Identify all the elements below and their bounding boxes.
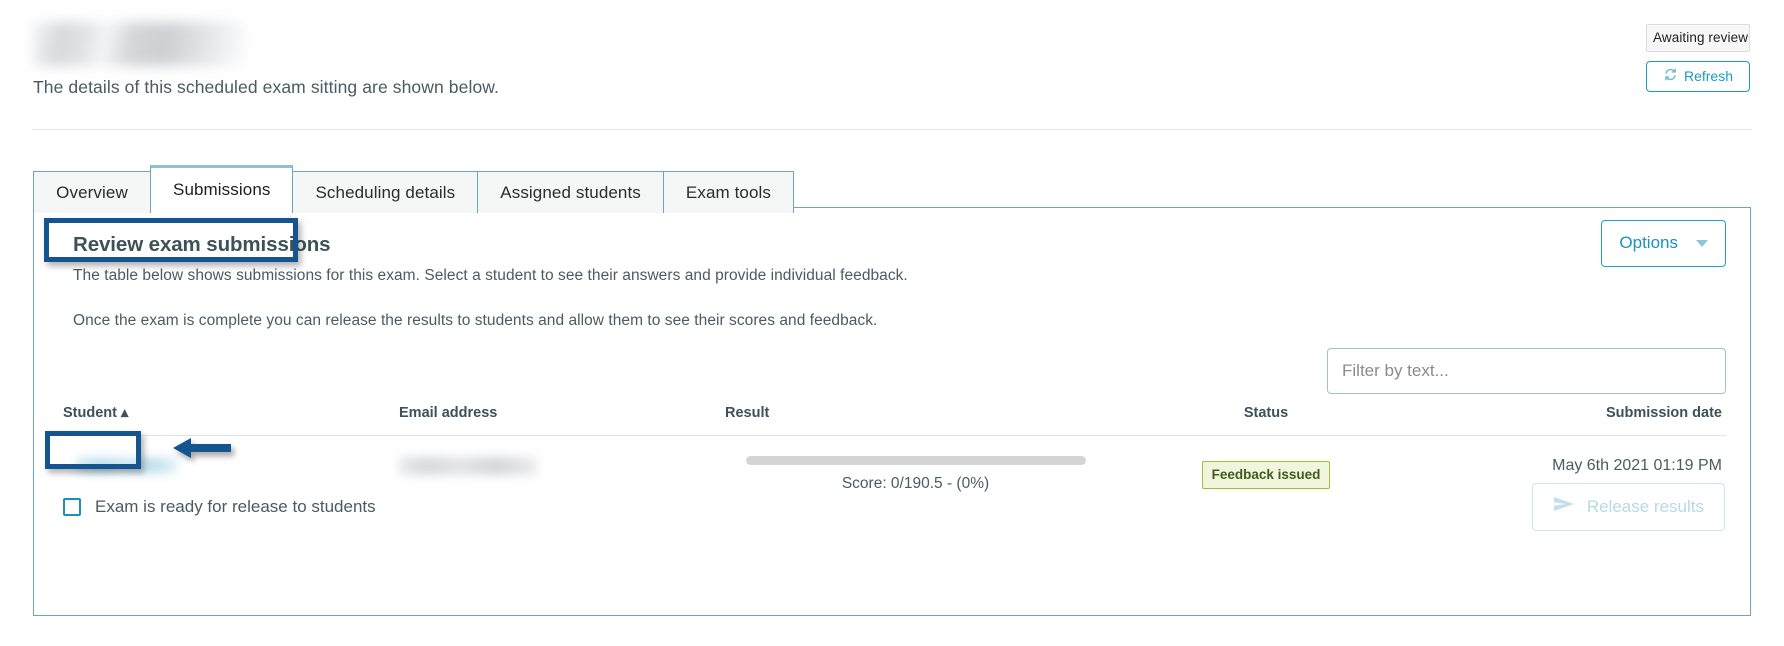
submissions-table: Student ▴ Email address Result Status Su… bbox=[49, 405, 1726, 493]
refresh-button-label: Refresh bbox=[1683, 68, 1734, 84]
panel-paragraph-1: The table below shows submissions for th… bbox=[73, 267, 908, 284]
submissions-panel: Review exam submissions Options The tabl… bbox=[33, 207, 1751, 616]
column-header-student[interactable]: Student ▴ bbox=[49, 405, 399, 421]
tab-overview[interactable]: Overview bbox=[33, 171, 151, 213]
column-header-status[interactable]: Status bbox=[1106, 405, 1426, 421]
exam-ready-checkbox-group[interactable]: Exam is ready for release to students bbox=[49, 497, 376, 517]
tab-bar: Overview Submissions Scheduling details … bbox=[33, 165, 794, 213]
student-name-redacted[interactable] bbox=[77, 458, 177, 473]
page-subtitle: The details of this scheduled exam sitti… bbox=[33, 77, 500, 97]
send-icon bbox=[1553, 496, 1575, 517]
panel-paragraph-2: Once the exam is complete you can releas… bbox=[73, 312, 878, 329]
page-title-redacted bbox=[33, 22, 246, 66]
tab-assigned-students-label: Assigned students bbox=[500, 183, 641, 202]
options-button[interactable]: Options bbox=[1601, 220, 1726, 267]
tab-exam-tools-label: Exam tools bbox=[685, 183, 771, 202]
cell-student[interactable] bbox=[49, 455, 399, 473]
exam-ready-checkbox-label: Exam is ready for release to students bbox=[95, 497, 376, 516]
tab-exam-tools[interactable]: Exam tools bbox=[662, 171, 794, 213]
release-footer: Exam is ready for release to students Re… bbox=[49, 483, 1726, 531]
cell-email bbox=[399, 455, 725, 475]
status-badge: Awaiting review bbox=[1646, 24, 1750, 52]
filter-container bbox=[1327, 348, 1726, 394]
page-title: Review exam submissions bbox=[73, 233, 331, 256]
column-header-submission-date[interactable]: Submission date bbox=[1426, 405, 1726, 421]
chevron-down-icon bbox=[1696, 239, 1708, 247]
table-header-row: Student ▴ Email address Result Status Su… bbox=[49, 405, 1726, 436]
column-header-email[interactable]: Email address bbox=[399, 405, 725, 421]
column-header-result[interactable]: Result bbox=[725, 405, 1106, 421]
header-divider bbox=[33, 129, 1751, 130]
score-progress-bar bbox=[745, 456, 1086, 465]
tab-overview-label: Overview bbox=[56, 183, 128, 202]
refresh-icon bbox=[1663, 67, 1678, 85]
tab-submissions[interactable]: Submissions bbox=[150, 165, 294, 213]
refresh-button[interactable]: Refresh bbox=[1646, 61, 1750, 92]
filter-input[interactable] bbox=[1327, 348, 1726, 394]
release-results-label: Release results bbox=[1586, 496, 1704, 516]
tab-assigned-students[interactable]: Assigned students bbox=[477, 171, 664, 213]
tab-scheduling-details[interactable]: Scheduling details bbox=[292, 171, 479, 213]
exam-ready-checkbox[interactable] bbox=[63, 498, 81, 516]
tab-scheduling-details-label: Scheduling details bbox=[315, 183, 456, 202]
cell-submission-date: May 6th 2021 01:19 PM bbox=[1552, 457, 1722, 474]
page-header: The details of this scheduled exam sitti… bbox=[0, 0, 1784, 128]
options-button-label: Options bbox=[1619, 233, 1678, 252]
tab-submissions-label: Submissions bbox=[173, 180, 271, 199]
release-results-button[interactable]: Release results bbox=[1531, 483, 1725, 531]
header-actions: Awaiting review Refresh bbox=[1646, 24, 1750, 92]
email-address-redacted bbox=[399, 457, 537, 475]
